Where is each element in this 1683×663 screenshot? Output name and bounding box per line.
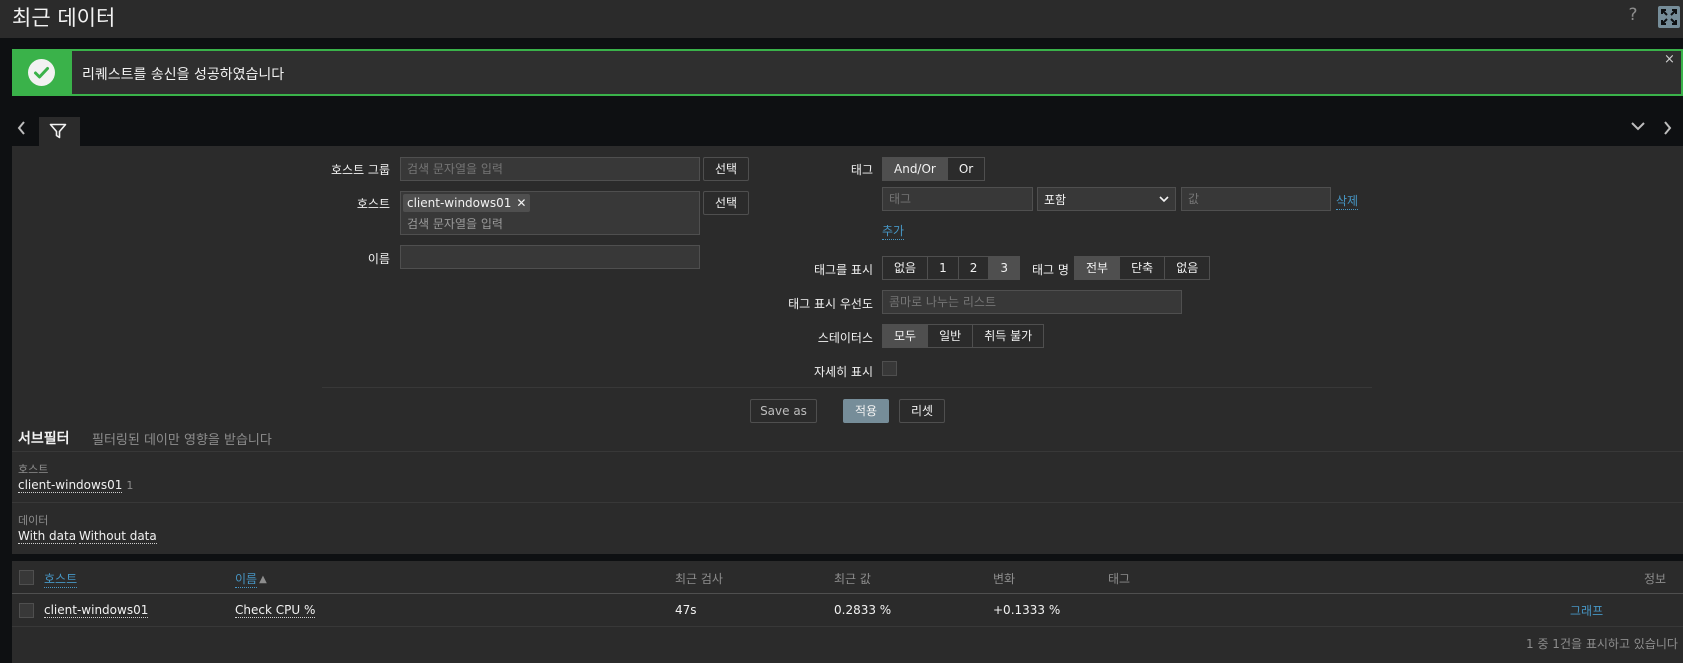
chevron-right-icon[interactable] bbox=[1662, 120, 1672, 139]
tag-add-link[interactable]: 추가 bbox=[882, 222, 905, 240]
tag-condition-select[interactable]: 포함 bbox=[1037, 187, 1176, 211]
tag-value-input[interactable] bbox=[1181, 187, 1331, 211]
subfilter-note: 필터링된 데이만 영향을 받습니다 bbox=[92, 433, 272, 448]
column-tags: 태그 bbox=[1108, 572, 1131, 586]
tags-operator-group[interactable]: And/Or Or bbox=[882, 157, 986, 181]
subfilter-title: 서브필터 bbox=[18, 431, 70, 447]
page-header bbox=[0, 0, 1683, 38]
name-label: 이름 bbox=[367, 252, 390, 266]
tag-priority-label: 태그 표시 우선도 bbox=[788, 297, 873, 311]
table-row-divider bbox=[12, 626, 1683, 627]
show-tags-group[interactable]: 없음 1 2 3 bbox=[882, 256, 1021, 280]
row-host-link[interactable]: client-windows01 bbox=[44, 603, 149, 618]
show-tags-1[interactable]: 1 bbox=[927, 257, 958, 279]
state-group[interactable]: 모두 일반 취득 불가 bbox=[882, 324, 1045, 348]
subfilter-divider bbox=[12, 451, 1683, 452]
tags-label: 태그 bbox=[850, 163, 873, 177]
table-footer: 1 중 1건을 표시하고 있습니다 bbox=[1526, 637, 1678, 651]
tag-name-label: 태그 명 bbox=[1032, 263, 1069, 277]
show-tags-2[interactable]: 2 bbox=[957, 257, 989, 279]
show-tags-none[interactable]: 없음 bbox=[883, 257, 927, 279]
subfilter-hosts-label: 호스트 bbox=[18, 463, 49, 476]
chip-remove-icon[interactable]: ✕ bbox=[516, 196, 526, 210]
column-host[interactable]: 호스트 bbox=[44, 570, 78, 588]
row-last-check: 47s bbox=[675, 603, 697, 617]
column-name[interactable]: 이름 bbox=[235, 570, 258, 588]
host-chip-label: client-windows01 bbox=[407, 196, 512, 210]
table-header-divider bbox=[12, 593, 1683, 594]
host-select-button[interactable]: 선택 bbox=[703, 191, 749, 215]
chevron-left-icon[interactable] bbox=[17, 120, 27, 139]
row-graph-link[interactable]: 그래프 bbox=[1570, 602, 1603, 619]
reset-button[interactable]: 리셋 bbox=[899, 399, 945, 423]
chevron-down-icon[interactable] bbox=[1631, 120, 1645, 134]
state-normal[interactable]: 일반 bbox=[927, 325, 972, 347]
save-as-button[interactable]: Save as bbox=[750, 399, 817, 423]
row-last-value: 0.2833 % bbox=[834, 603, 892, 617]
host-group-select-button[interactable]: 선택 bbox=[703, 157, 749, 181]
filter-panel bbox=[12, 146, 1683, 554]
host-multiselect[interactable]: client-windows01 ✕ 검색 문자열을 입력 bbox=[400, 191, 700, 235]
filter-divider bbox=[322, 387, 1372, 388]
row-change: +0.1333 % bbox=[993, 603, 1061, 617]
subfilter-host-item[interactable]: client-windows01 1 bbox=[18, 478, 133, 493]
close-icon[interactable]: × bbox=[1664, 52, 1675, 67]
apply-button[interactable]: 적용 bbox=[843, 399, 889, 423]
subfilter-without-data[interactable]: Without data bbox=[79, 529, 157, 544]
success-message-text: 리퀘스트를 송신을 성공하였습니다 bbox=[82, 67, 285, 83]
subfilter-with-data[interactable]: With data bbox=[18, 529, 77, 544]
chevron-down-icon bbox=[1159, 192, 1169, 206]
tag-condition-value: 포함 bbox=[1044, 192, 1067, 207]
column-last-check: 최근 검사 bbox=[675, 572, 723, 586]
subfilter-data-label: 데이터 bbox=[18, 514, 49, 527]
host-chip: client-windows01 ✕ bbox=[403, 194, 531, 212]
check-circle-icon bbox=[28, 59, 55, 86]
host-group-label: 호스트 그룹 bbox=[330, 163, 390, 177]
filter-tab[interactable] bbox=[39, 117, 80, 146]
tag-name-group[interactable]: 전부 단축 없음 bbox=[1074, 256, 1211, 280]
column-last-value: 최근 값 bbox=[834, 572, 871, 586]
state-label: 스테이터스 bbox=[817, 331, 873, 345]
subfilter-host-count: 1 bbox=[126, 479, 134, 492]
filter-icon bbox=[49, 123, 67, 142]
details-label: 자세히 표시 bbox=[813, 365, 873, 379]
host-search-placeholder: 검색 문자열을 입력 bbox=[407, 217, 503, 231]
tags-operator-and-or[interactable]: And/Or bbox=[883, 158, 947, 180]
tag-name-none[interactable]: 없음 bbox=[1164, 257, 1209, 279]
show-tags-3[interactable]: 3 bbox=[988, 257, 1020, 279]
sort-asc-icon: ▲ bbox=[259, 573, 267, 585]
name-input[interactable] bbox=[400, 245, 700, 269]
tag-priority-input[interactable] bbox=[882, 290, 1182, 314]
row-name-link[interactable]: Check CPU % bbox=[235, 603, 316, 618]
details-checkbox[interactable] bbox=[882, 361, 897, 376]
show-tags-label: 태그를 표시 bbox=[813, 263, 873, 277]
tags-operator-or[interactable]: Or bbox=[946, 158, 984, 180]
tag-remove-link[interactable]: 삭제 bbox=[1336, 192, 1359, 210]
fullscreen-icon[interactable] bbox=[1658, 6, 1680, 28]
row-checkbox[interactable] bbox=[19, 603, 34, 618]
host-group-input[interactable] bbox=[400, 157, 700, 181]
column-name-header[interactable]: 이름 ▲ bbox=[235, 570, 267, 588]
host-label: 호스트 bbox=[356, 197, 390, 211]
column-change: 변화 bbox=[993, 572, 1016, 586]
state-all[interactable]: 모두 bbox=[883, 325, 928, 347]
subfilter-divider-2 bbox=[12, 502, 1683, 503]
tag-name-short[interactable]: 단축 bbox=[1119, 257, 1164, 279]
success-icon-box bbox=[12, 49, 72, 96]
select-all-checkbox[interactable] bbox=[19, 570, 34, 585]
subfilter-host-link[interactable]: client-windows01 bbox=[18, 478, 123, 493]
state-not-supported[interactable]: 취득 불가 bbox=[972, 325, 1043, 347]
tag-name-input[interactable] bbox=[882, 187, 1033, 211]
help-icon[interactable]: ? bbox=[1624, 5, 1642, 25]
tag-name-full[interactable]: 전부 bbox=[1075, 257, 1120, 279]
page-title: 최근 데이터 bbox=[12, 6, 116, 30]
column-info: 정보 bbox=[1644, 572, 1667, 586]
